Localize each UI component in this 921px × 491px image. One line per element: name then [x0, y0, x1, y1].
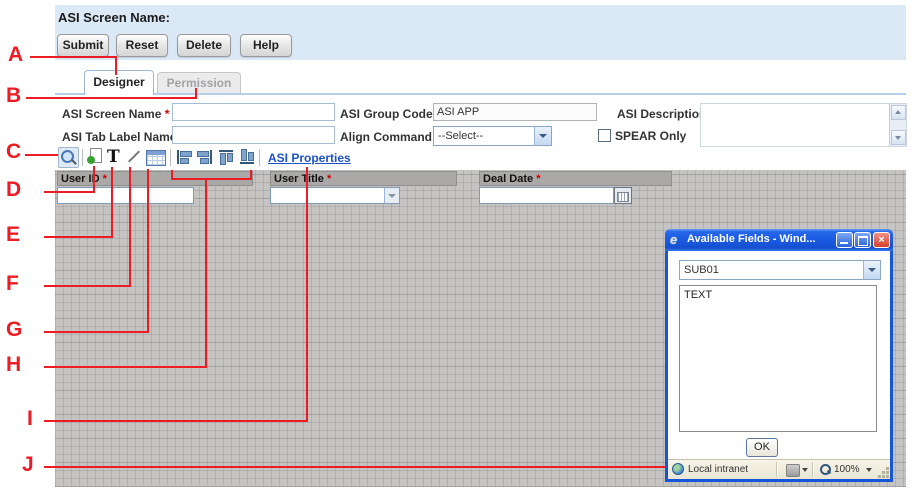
annotation-line-b — [26, 97, 197, 99]
tab-permission[interactable]: Permission — [157, 72, 241, 94]
asi-properties-link[interactable]: ASI Properties — [268, 151, 351, 165]
list-item[interactable]: TEXT — [680, 286, 876, 304]
align-bottom-icon[interactable] — [239, 149, 255, 165]
minimize-button[interactable] — [836, 232, 853, 248]
tab-label-name-label: ASI Tab Label Name * — [62, 130, 185, 144]
calendar-icon[interactable] — [614, 187, 632, 204]
help-button[interactable]: Help — [240, 34, 292, 57]
annotation-line-d — [44, 191, 95, 193]
fields-listbox[interactable]: TEXT — [679, 285, 877, 432]
align-command-select[interactable]: --Select-- — [433, 126, 552, 146]
popup-status-bar: Local intranet 100% — [668, 459, 890, 479]
toolbar-separator — [259, 149, 260, 166]
table-icon[interactable] — [146, 150, 166, 166]
field-header-user-title[interactable]: User Title * — [270, 171, 457, 186]
annotation-line-e — [44, 236, 113, 238]
spear-only-checkbox[interactable] — [598, 129, 611, 142]
security-zone-label: Local intranet — [688, 464, 748, 475]
fields-group-select[interactable]: SUB01 — [679, 260, 881, 280]
description-label: ASI Description — [617, 107, 706, 121]
page-title: ASI Screen Name: — [58, 10, 170, 25]
popup-body: SUB01 TEXT OK Local intranet 100% — [665, 251, 893, 482]
annotation-line-j — [44, 466, 665, 468]
annotation-line-g — [44, 331, 149, 333]
annotation-line-h-bracket — [171, 178, 252, 180]
zoom-icon[interactable] — [58, 147, 79, 168]
annotation-letter-a: A — [8, 44, 23, 66]
available-fields-window: e Available Fields - Wind... × SUB01 TEX… — [665, 229, 893, 482]
intranet-zone-icon — [672, 463, 684, 475]
annotation-line-h-bracket — [171, 170, 173, 180]
description-textarea[interactable] — [700, 103, 907, 147]
annotation-line-f — [44, 285, 131, 287]
chevron-down-icon[interactable] — [802, 468, 808, 472]
annotation-line-g — [147, 169, 149, 333]
user-title-select[interactable] — [270, 187, 400, 204]
user-id-input[interactable] — [57, 187, 194, 204]
reset-button[interactable]: Reset — [116, 34, 168, 57]
annotation-line-a — [115, 56, 117, 75]
annotation-line-h-bracket — [250, 170, 252, 180]
annotation-letter-g: G — [6, 319, 22, 341]
popup-title: Available Fields - Wind... — [687, 233, 817, 245]
screen-name-input[interactable] — [172, 103, 335, 121]
annotation-line-i — [306, 167, 308, 422]
toolbar-separator — [170, 149, 171, 166]
align-command-label: Align Command — [340, 130, 430, 144]
asi-screen-designer-page: ASI Screen Name: Submit Reset Delete Hel… — [0, 0, 921, 491]
annotation-line-e — [111, 167, 113, 238]
annotation-line-f — [129, 167, 131, 287]
annotation-line-b — [195, 88, 197, 99]
annotation-line-h — [205, 179, 207, 368]
tab-label-name-input[interactable] — [172, 126, 335, 144]
scroll-up-icon[interactable] — [891, 105, 906, 120]
submit-button[interactable]: Submit — [57, 34, 109, 57]
zoom-level-value: 100% — [834, 464, 860, 475]
required-marker: * — [165, 107, 170, 121]
maximize-button[interactable] — [854, 232, 871, 248]
resize-grip[interactable] — [886, 475, 889, 478]
annotation-letter-c: C — [6, 141, 21, 163]
group-code-label: ASI Group Code — [340, 107, 430, 121]
annotation-line-c — [25, 154, 58, 156]
toolbar-separator — [82, 149, 83, 166]
ie-icon: e — [670, 232, 677, 247]
popup-title-bar[interactable]: e Available Fields - Wind... × — [665, 229, 893, 251]
text-icon[interactable]: T — [107, 149, 120, 166]
chevron-down-icon[interactable] — [384, 188, 399, 203]
tab-designer[interactable]: Designer — [84, 70, 154, 95]
description-scrollbar[interactable] — [889, 104, 906, 146]
annotation-letter-i: I — [27, 408, 33, 430]
annotation-letter-b: B — [6, 85, 21, 107]
chevron-down-icon[interactable] — [534, 127, 551, 145]
add-field-icon[interactable] — [87, 148, 102, 165]
line-icon[interactable] — [126, 148, 142, 165]
align-top-icon[interactable] — [218, 149, 234, 165]
chevron-down-icon[interactable] — [863, 261, 880, 279]
tab-strip-line — [55, 93, 906, 95]
align-right-icon[interactable] — [197, 149, 213, 165]
close-button[interactable]: × — [873, 232, 890, 248]
annotation-line-a — [30, 56, 117, 58]
annotation-line-i — [44, 420, 308, 422]
annotation-letter-e: E — [6, 224, 20, 246]
scroll-down-icon[interactable] — [891, 130, 906, 145]
deal-date-input[interactable] — [479, 187, 614, 204]
spear-only-label: SPEAR Only — [615, 129, 686, 143]
ok-button[interactable]: OK — [746, 438, 778, 457]
chevron-down-icon[interactable] — [866, 468, 872, 472]
field-header-deal-date[interactable]: Deal Date * — [479, 171, 672, 186]
annotation-letter-j: J — [22, 454, 34, 476]
annotation-line-d — [93, 166, 95, 193]
screen-name-label: ASI Screen Name * — [62, 107, 169, 121]
annotation-letter-h: H — [6, 354, 21, 376]
annotation-letter-d: D — [6, 179, 21, 201]
group-code-value: ASI APP — [433, 103, 597, 121]
protected-mode-icon — [786, 464, 800, 477]
annotation-letter-f: F — [6, 273, 19, 295]
annotation-line-h — [44, 366, 207, 368]
align-left-icon[interactable] — [176, 149, 192, 165]
delete-button[interactable]: Delete — [177, 34, 231, 57]
